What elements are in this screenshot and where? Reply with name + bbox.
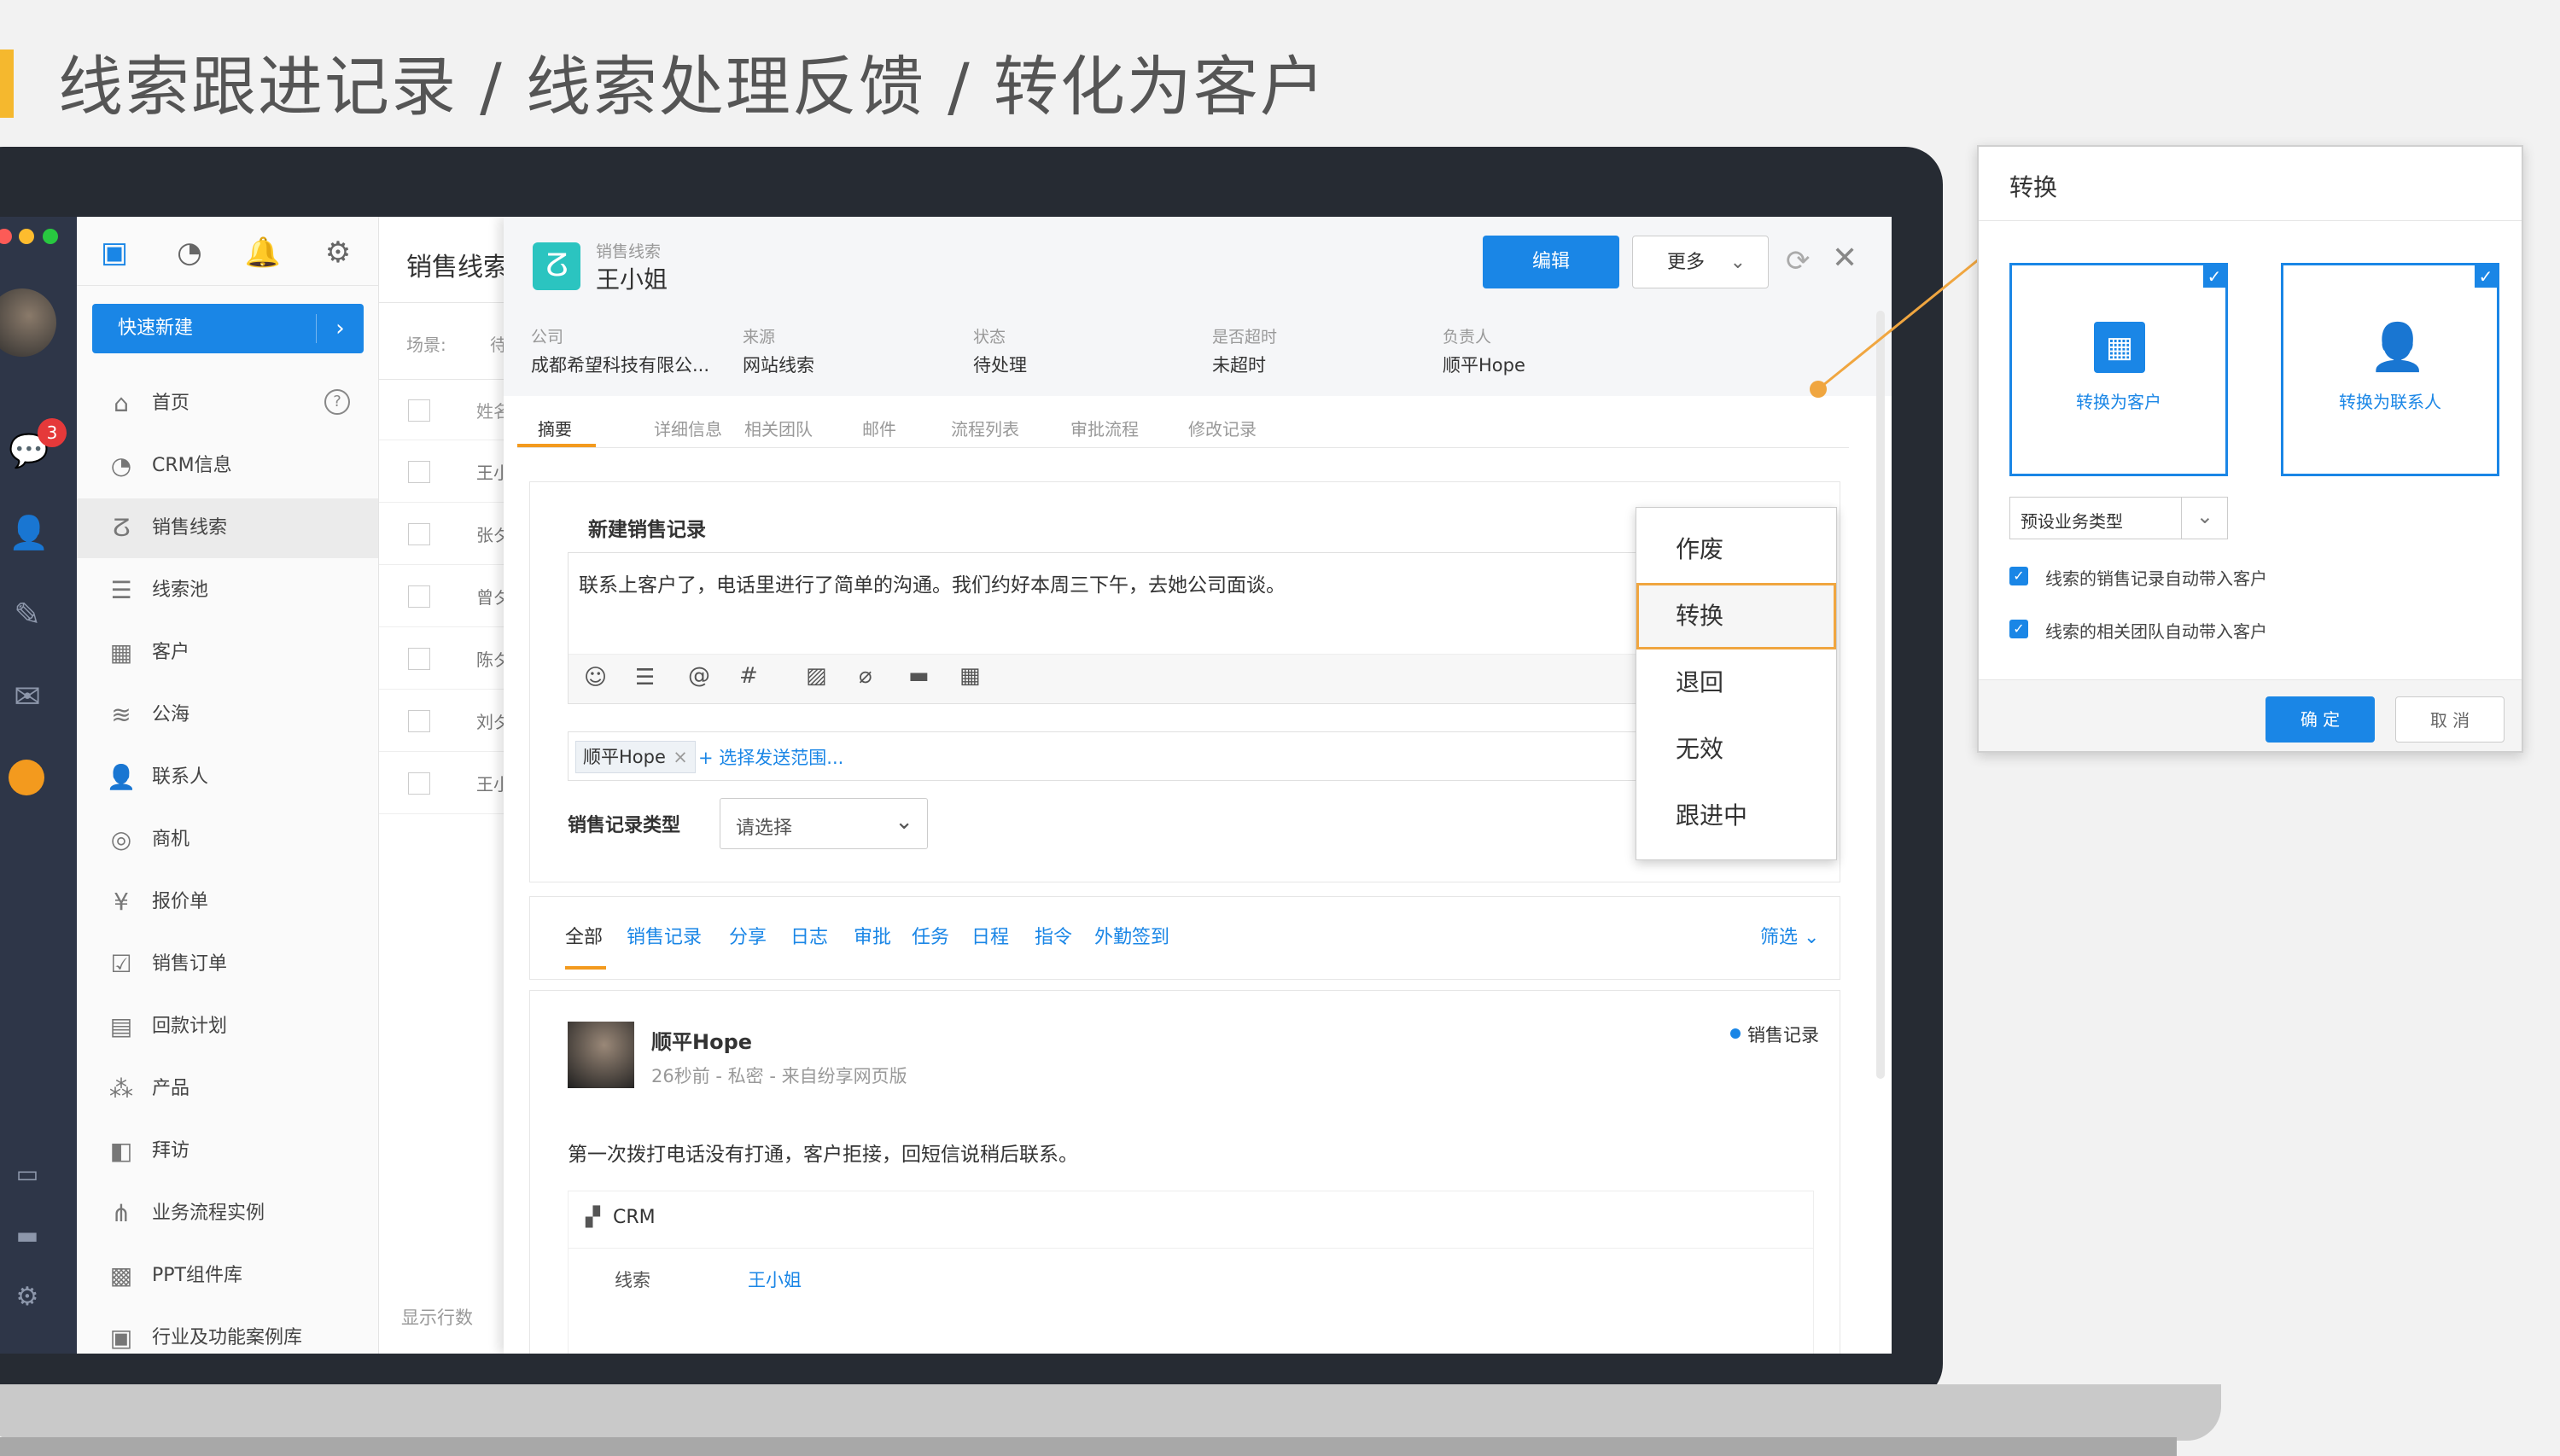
business-type-placeholder: 预设业务类型	[2021, 511, 2123, 532]
check1-checkbox[interactable]: ✓	[2009, 567, 2028, 585]
check2-label: 线索的相关团队自动带入客户	[2045, 621, 2267, 642]
check1-label: 线索的销售记录自动带入客户	[2045, 568, 2267, 589]
chevron-down-icon: ⌄	[2196, 504, 2213, 528]
business-type-select[interactable]: 预设业务类型 ⌄	[2009, 497, 2228, 539]
checkmark-icon: ✓	[2203, 265, 2225, 288]
cancel-button[interactable]: 取 消	[2395, 696, 2505, 743]
person-icon: 👤	[2369, 320, 2427, 374]
divider	[1979, 220, 2522, 221]
convert-panel: 转换 ✓ ▦ 转换为客户 ✓ 👤 转换为联系人 预设业务类型 ⌄ ✓ 线索的销售…	[1977, 145, 2523, 753]
checkmark-icon: ✓	[2475, 265, 2497, 288]
confirm-button[interactable]: 确 定	[2266, 696, 2375, 743]
check2-checkbox[interactable]: ✓	[2009, 620, 2028, 638]
building-icon: ▦	[2094, 322, 2145, 373]
connector-dot	[1810, 381, 1827, 398]
convert-to-customer-label: 转换为客户	[2076, 392, 2161, 412]
connector-line	[1817, 258, 1980, 391]
convert-to-contact-label: 转换为联系人	[2339, 392, 2441, 412]
divider	[2181, 498, 2182, 539]
convert-title: 转换	[2009, 173, 2058, 201]
convert-to-contact-option[interactable]: ✓ 👤 转换为联系人	[2281, 263, 2499, 476]
convert-to-customer-option[interactable]: ✓ ▦ 转换为客户	[2009, 263, 2228, 476]
